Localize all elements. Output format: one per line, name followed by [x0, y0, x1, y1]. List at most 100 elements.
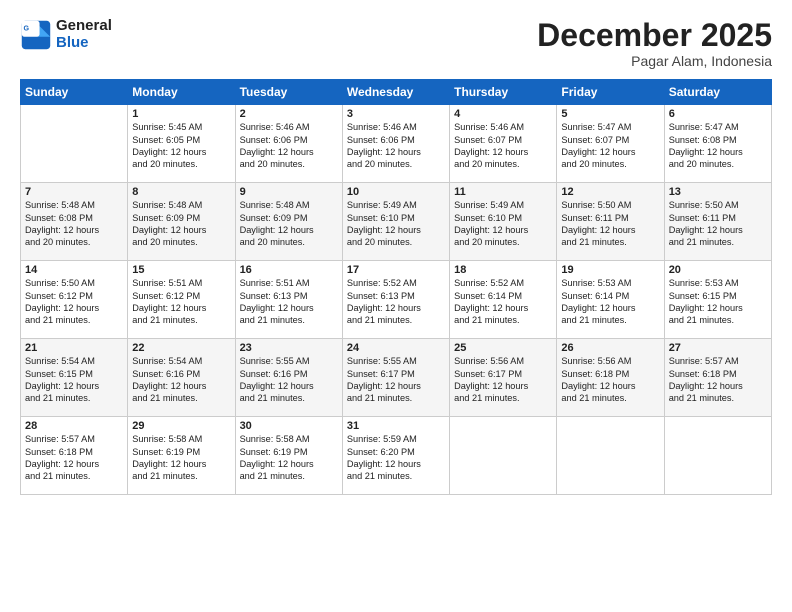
day-cell: 2Sunrise: 5:46 AM Sunset: 6:06 PM Daylig… — [235, 105, 342, 183]
day-cell: 21Sunrise: 5:54 AM Sunset: 6:15 PM Dayli… — [21, 339, 128, 417]
day-cell: 22Sunrise: 5:54 AM Sunset: 6:16 PM Dayli… — [128, 339, 235, 417]
title-block: December 2025 Pagar Alam, Indonesia — [537, 18, 772, 69]
day-cell: 28Sunrise: 5:57 AM Sunset: 6:18 PM Dayli… — [21, 417, 128, 495]
day-number: 6 — [669, 108, 767, 120]
day-info: Sunrise: 5:56 AM Sunset: 6:17 PM Dayligh… — [454, 355, 552, 405]
day-number: 13 — [669, 186, 767, 198]
day-cell: 14Sunrise: 5:50 AM Sunset: 6:12 PM Dayli… — [21, 261, 128, 339]
day-number: 16 — [240, 264, 338, 276]
day-info: Sunrise: 5:46 AM Sunset: 6:06 PM Dayligh… — [240, 121, 338, 171]
svg-text:G: G — [24, 24, 30, 32]
week-row-4: 21Sunrise: 5:54 AM Sunset: 6:15 PM Dayli… — [21, 339, 772, 417]
day-number: 28 — [25, 420, 123, 432]
day-cell: 26Sunrise: 5:56 AM Sunset: 6:18 PM Dayli… — [557, 339, 664, 417]
day-number: 29 — [132, 420, 230, 432]
day-cell: 24Sunrise: 5:55 AM Sunset: 6:17 PM Dayli… — [342, 339, 449, 417]
day-info: Sunrise: 5:50 AM Sunset: 6:12 PM Dayligh… — [25, 277, 123, 327]
day-cell: 16Sunrise: 5:51 AM Sunset: 6:13 PM Dayli… — [235, 261, 342, 339]
day-info: Sunrise: 5:55 AM Sunset: 6:17 PM Dayligh… — [347, 355, 445, 405]
day-cell: 12Sunrise: 5:50 AM Sunset: 6:11 PM Dayli… — [557, 183, 664, 261]
day-cell: 1Sunrise: 5:45 AM Sunset: 6:05 PM Daylig… — [128, 105, 235, 183]
day-cell: 13Sunrise: 5:50 AM Sunset: 6:11 PM Dayli… — [664, 183, 771, 261]
day-cell: 7Sunrise: 5:48 AM Sunset: 6:08 PM Daylig… — [21, 183, 128, 261]
week-row-3: 14Sunrise: 5:50 AM Sunset: 6:12 PM Dayli… — [21, 261, 772, 339]
day-cell: 8Sunrise: 5:48 AM Sunset: 6:09 PM Daylig… — [128, 183, 235, 261]
day-info: Sunrise: 5:51 AM Sunset: 6:13 PM Dayligh… — [240, 277, 338, 327]
location: Pagar Alam, Indonesia — [537, 53, 772, 69]
day-cell — [557, 417, 664, 495]
day-cell: 18Sunrise: 5:52 AM Sunset: 6:14 PM Dayli… — [450, 261, 557, 339]
day-cell — [450, 417, 557, 495]
header-cell-tuesday: Tuesday — [235, 80, 342, 105]
header-row: SundayMondayTuesdayWednesdayThursdayFrid… — [21, 80, 772, 105]
header-cell-thursday: Thursday — [450, 80, 557, 105]
day-cell: 17Sunrise: 5:52 AM Sunset: 6:13 PM Dayli… — [342, 261, 449, 339]
day-number: 24 — [347, 342, 445, 354]
day-number: 19 — [561, 264, 659, 276]
day-info: Sunrise: 5:48 AM Sunset: 6:09 PM Dayligh… — [240, 199, 338, 249]
week-row-2: 7Sunrise: 5:48 AM Sunset: 6:08 PM Daylig… — [21, 183, 772, 261]
day-info: Sunrise: 5:48 AM Sunset: 6:08 PM Dayligh… — [25, 199, 123, 249]
day-info: Sunrise: 5:57 AM Sunset: 6:18 PM Dayligh… — [25, 433, 123, 483]
day-number: 20 — [669, 264, 767, 276]
day-info: Sunrise: 5:46 AM Sunset: 6:07 PM Dayligh… — [454, 121, 552, 171]
logo-line1: General — [56, 17, 112, 34]
day-info: Sunrise: 5:55 AM Sunset: 6:16 PM Dayligh… — [240, 355, 338, 405]
day-info: Sunrise: 5:52 AM Sunset: 6:13 PM Dayligh… — [347, 277, 445, 327]
day-number: 4 — [454, 108, 552, 120]
day-number: 9 — [240, 186, 338, 198]
header-cell-wednesday: Wednesday — [342, 80, 449, 105]
day-info: Sunrise: 5:56 AM Sunset: 6:18 PM Dayligh… — [561, 355, 659, 405]
day-number: 22 — [132, 342, 230, 354]
day-number: 7 — [25, 186, 123, 198]
page: G General Blue December 2025 Pagar Alam,… — [0, 0, 792, 612]
day-info: Sunrise: 5:57 AM Sunset: 6:18 PM Dayligh… — [669, 355, 767, 405]
day-cell: 3Sunrise: 5:46 AM Sunset: 6:06 PM Daylig… — [342, 105, 449, 183]
day-cell — [21, 105, 128, 183]
day-info: Sunrise: 5:54 AM Sunset: 6:16 PM Dayligh… — [132, 355, 230, 405]
day-cell: 25Sunrise: 5:56 AM Sunset: 6:17 PM Dayli… — [450, 339, 557, 417]
day-number: 27 — [669, 342, 767, 354]
day-cell: 5Sunrise: 5:47 AM Sunset: 6:07 PM Daylig… — [557, 105, 664, 183]
day-number: 12 — [561, 186, 659, 198]
day-cell — [664, 417, 771, 495]
day-number: 17 — [347, 264, 445, 276]
day-info: Sunrise: 5:59 AM Sunset: 6:20 PM Dayligh… — [347, 433, 445, 483]
day-info: Sunrise: 5:50 AM Sunset: 6:11 PM Dayligh… — [669, 199, 767, 249]
day-number: 25 — [454, 342, 552, 354]
day-info: Sunrise: 5:52 AM Sunset: 6:14 PM Dayligh… — [454, 277, 552, 327]
week-row-5: 28Sunrise: 5:57 AM Sunset: 6:18 PM Dayli… — [21, 417, 772, 495]
day-cell: 15Sunrise: 5:51 AM Sunset: 6:12 PM Dayli… — [128, 261, 235, 339]
day-info: Sunrise: 5:48 AM Sunset: 6:09 PM Dayligh… — [132, 199, 230, 249]
month-title: December 2025 — [537, 18, 772, 53]
header-cell-sunday: Sunday — [21, 80, 128, 105]
day-number: 2 — [240, 108, 338, 120]
day-cell: 10Sunrise: 5:49 AM Sunset: 6:10 PM Dayli… — [342, 183, 449, 261]
day-cell: 27Sunrise: 5:57 AM Sunset: 6:18 PM Dayli… — [664, 339, 771, 417]
header-cell-saturday: Saturday — [664, 80, 771, 105]
day-cell: 11Sunrise: 5:49 AM Sunset: 6:10 PM Dayli… — [450, 183, 557, 261]
day-number: 18 — [454, 264, 552, 276]
day-cell: 31Sunrise: 5:59 AM Sunset: 6:20 PM Dayli… — [342, 417, 449, 495]
day-info: Sunrise: 5:45 AM Sunset: 6:05 PM Dayligh… — [132, 121, 230, 171]
day-number: 30 — [240, 420, 338, 432]
day-info: Sunrise: 5:58 AM Sunset: 6:19 PM Dayligh… — [132, 433, 230, 483]
day-cell: 9Sunrise: 5:48 AM Sunset: 6:09 PM Daylig… — [235, 183, 342, 261]
day-number: 26 — [561, 342, 659, 354]
logo-text: General Blue — [56, 18, 112, 51]
day-info: Sunrise: 5:46 AM Sunset: 6:06 PM Dayligh… — [347, 121, 445, 171]
logo-icon: G — [20, 19, 52, 51]
day-info: Sunrise: 5:53 AM Sunset: 6:14 PM Dayligh… — [561, 277, 659, 327]
day-cell: 23Sunrise: 5:55 AM Sunset: 6:16 PM Dayli… — [235, 339, 342, 417]
day-cell: 4Sunrise: 5:46 AM Sunset: 6:07 PM Daylig… — [450, 105, 557, 183]
day-info: Sunrise: 5:47 AM Sunset: 6:08 PM Dayligh… — [669, 121, 767, 171]
calendar-table: SundayMondayTuesdayWednesdayThursdayFrid… — [20, 79, 772, 495]
day-info: Sunrise: 5:51 AM Sunset: 6:12 PM Dayligh… — [132, 277, 230, 327]
day-cell: 20Sunrise: 5:53 AM Sunset: 6:15 PM Dayli… — [664, 261, 771, 339]
day-info: Sunrise: 5:47 AM Sunset: 6:07 PM Dayligh… — [561, 121, 659, 171]
logo-line2: Blue — [56, 34, 89, 51]
logo: G General Blue — [20, 18, 112, 51]
day-cell: 6Sunrise: 5:47 AM Sunset: 6:08 PM Daylig… — [664, 105, 771, 183]
day-cell: 19Sunrise: 5:53 AM Sunset: 6:14 PM Dayli… — [557, 261, 664, 339]
day-info: Sunrise: 5:49 AM Sunset: 6:10 PM Dayligh… — [347, 199, 445, 249]
